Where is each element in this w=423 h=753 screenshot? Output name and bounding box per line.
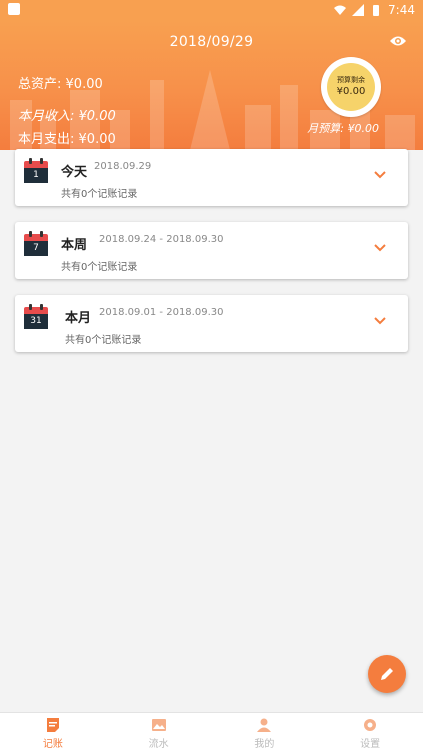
month-budget[interactable]: 月预算: ¥0.00 xyxy=(307,120,379,136)
calendar-icon: 7 xyxy=(24,231,48,256)
month-expense-value: ¥0.00 xyxy=(78,132,116,147)
current-date: 2018/09/29 xyxy=(169,34,254,50)
calendar-icon: 31 xyxy=(24,304,48,329)
gear-icon xyxy=(364,718,377,731)
bottom-navigation: 记账 流水 我的 设置 xyxy=(0,712,423,753)
card-record-count: 共有0个记账记录 xyxy=(61,189,138,200)
period-card-month[interactable]: 31 本月 2018.09.01 - 2018.09.30 共有0个记账记录 xyxy=(15,295,408,352)
nav-item-label: 记账 xyxy=(42,738,63,750)
calendar-day: 7 xyxy=(24,241,48,256)
calendar-day: 31 xyxy=(24,314,48,329)
month-income-label: 本月收入: xyxy=(18,109,75,124)
chevron-down-icon[interactable] xyxy=(374,317,386,325)
nav-item-label: 设置 xyxy=(360,738,381,750)
status-time: 7:44 xyxy=(388,3,415,17)
total-assets-label: 总资产: xyxy=(18,77,62,92)
card-date-range: 2018.09.01 - 2018.09.30 xyxy=(99,307,224,318)
nav-item-bookkeeping[interactable]: 记账 xyxy=(0,713,106,753)
wifi-icon xyxy=(334,5,347,15)
nav-item-mine[interactable]: 我的 xyxy=(212,713,318,753)
person-icon xyxy=(257,718,272,732)
card-title: 本月 xyxy=(65,311,92,326)
month-expense: 本月支出: ¥0.00 xyxy=(18,128,116,147)
notes-icon xyxy=(46,717,59,732)
month-budget-label: 月预算: xyxy=(307,122,344,135)
total-assets-value: ¥0.00 xyxy=(65,77,103,92)
budget-remaining-label: 预算剩余 xyxy=(337,75,365,84)
pencil-icon xyxy=(381,668,393,680)
calendar-day: 1 xyxy=(24,168,48,183)
month-income: 本月收入: ¥0.00 xyxy=(18,105,116,124)
nav-item-transactions[interactable]: 流水 xyxy=(106,713,212,753)
period-card-week[interactable]: 7 本周 2018.09.24 - 2018.09.30 共有0个记账记录 xyxy=(15,222,408,279)
signal-icon xyxy=(352,4,365,16)
budget-remaining-value: ¥0.00 xyxy=(336,85,366,97)
period-card-today[interactable]: 1 今天 2018.09.29 共有0个记账记录 xyxy=(15,149,408,206)
chevron-down-icon[interactable] xyxy=(374,171,386,179)
month-income-value: ¥0.00 xyxy=(78,109,116,124)
app-notification-icon xyxy=(8,3,20,15)
eye-icon[interactable] xyxy=(389,34,407,48)
nav-item-label: 我的 xyxy=(254,738,275,750)
card-title: 今天 xyxy=(61,165,88,180)
nav-item-label: 流水 xyxy=(148,738,169,750)
card-record-count: 共有0个记账记录 xyxy=(61,262,138,273)
chevron-down-icon[interactable] xyxy=(374,244,386,252)
card-title: 本周 xyxy=(61,238,88,253)
month-budget-value: ¥0.00 xyxy=(347,122,380,135)
nav-item-settings[interactable]: 设置 xyxy=(317,713,423,753)
image-icon xyxy=(151,718,166,731)
card-record-count: 共有0个记账记录 xyxy=(65,335,142,346)
status-bar: 7:44 xyxy=(0,0,423,20)
budget-remaining-badge[interactable]: 预算剩余 ¥0.00 xyxy=(321,57,381,117)
total-assets: 总资产: ¥0.00 xyxy=(18,73,103,92)
calendar-icon: 1 xyxy=(24,158,48,183)
add-record-button[interactable] xyxy=(368,655,406,693)
battery-icon xyxy=(373,5,380,16)
card-date-range: 2018.09.24 - 2018.09.30 xyxy=(99,234,224,245)
month-expense-label: 本月支出: xyxy=(18,132,75,147)
card-date-range: 2018.09.29 xyxy=(94,161,152,172)
